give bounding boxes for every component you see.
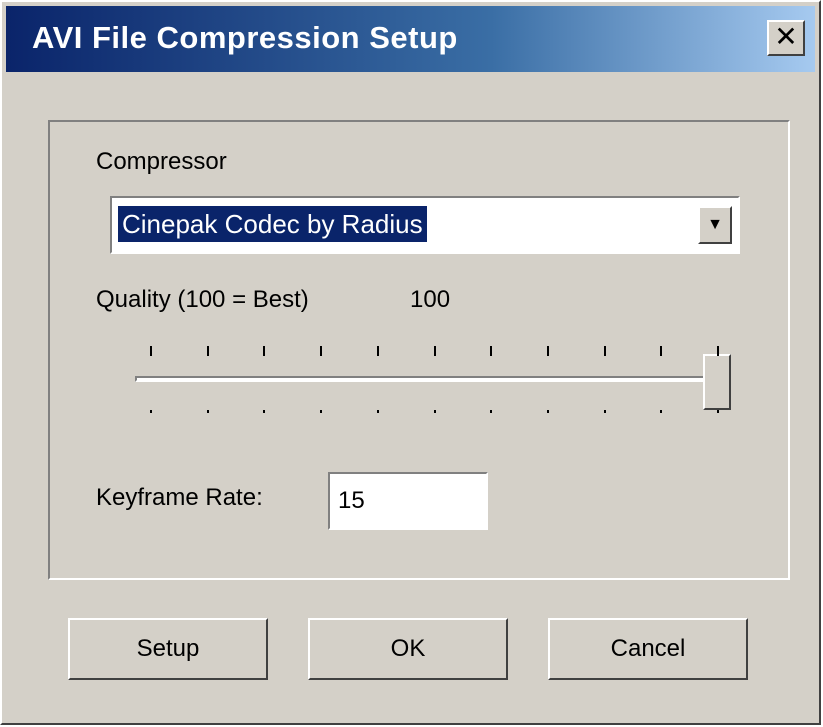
- title-bar[interactable]: AVI File Compression Setup ✕: [6, 6, 815, 72]
- slider-tick-top: [603, 346, 606, 356]
- compressor-label: Compressor: [96, 148, 227, 175]
- ok-button[interactable]: OK: [308, 618, 508, 680]
- window-title: AVI File Compression Setup: [32, 20, 458, 55]
- slider-tick-top: [263, 346, 266, 356]
- slider-tick-top: [320, 346, 323, 356]
- slider-tick-top: [546, 346, 549, 356]
- slider-tick-bottom: [320, 410, 323, 413]
- slider-tick-top: [433, 346, 436, 356]
- dropdown-button[interactable]: ▼: [698, 206, 732, 244]
- cancel-button[interactable]: Cancel: [548, 618, 748, 680]
- quality-label: Quality (100 = Best): [96, 286, 309, 313]
- slider-tick-top: [376, 346, 379, 356]
- slider-track: [135, 376, 725, 382]
- slider-tick-top: [490, 346, 493, 356]
- slider-tick-bottom: [490, 410, 493, 413]
- quality-slider[interactable]: [135, 338, 735, 428]
- keyframe-rate-input[interactable]: 15: [328, 472, 488, 530]
- slider-tick-bottom: [263, 410, 266, 413]
- compressor-selected-value: Cinepak Codec by Radius: [118, 206, 427, 242]
- slider-tick-bottom: [376, 410, 379, 413]
- slider-tick-bottom: [660, 410, 663, 413]
- slider-thumb[interactable]: [703, 354, 731, 410]
- close-button[interactable]: ✕: [767, 20, 805, 56]
- close-icon: ✕: [774, 20, 798, 53]
- slider-tick-bottom: [546, 410, 549, 413]
- slider-tick-bottom: [206, 410, 209, 413]
- slider-tick-top: [660, 346, 663, 356]
- compressor-dropdown[interactable]: Cinepak Codec by Radius ▼: [110, 196, 740, 254]
- slider-tick-bottom: [150, 410, 152, 413]
- keyframe-rate-label: Keyframe Rate:: [96, 484, 263, 511]
- slider-tick-top: [150, 346, 152, 356]
- slider-tick-bottom: [603, 410, 606, 413]
- quality-value: 100: [410, 286, 451, 313]
- slider-tick-bottom: [717, 410, 719, 413]
- slider-tick-bottom: [433, 410, 436, 413]
- chevron-down-icon: ▼: [707, 216, 723, 233]
- slider-tick-top: [717, 346, 719, 356]
- setup-button[interactable]: Setup: [68, 618, 268, 680]
- slider-tick-top: [206, 346, 209, 356]
